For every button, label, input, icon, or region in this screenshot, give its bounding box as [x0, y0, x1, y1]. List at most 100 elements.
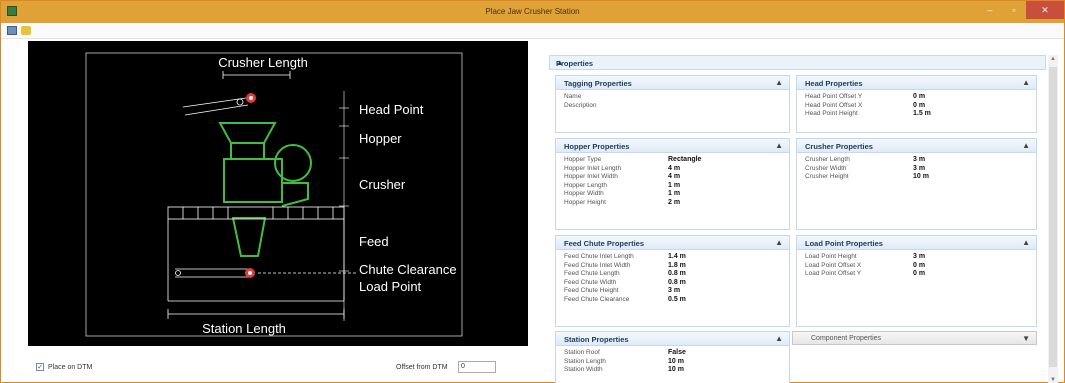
- group-load-point-header[interactable]: Load Point Properties ▲: [797, 236, 1036, 250]
- group-station: Station Properties ▲ Station Roof False S…: [555, 331, 790, 383]
- prop-row[interactable]: Hopper Inlet Length 4 m: [564, 165, 785, 174]
- group-crusher-title: Crusher Properties: [805, 142, 873, 151]
- component-properties-header[interactable]: Component Properties ▼: [792, 331, 1037, 345]
- prop-row[interactable]: Feed Chute Length 0.8 m: [564, 270, 785, 279]
- prop-row[interactable]: Description: [564, 102, 785, 111]
- group-load-point-title: Load Point Properties: [805, 239, 883, 248]
- minimize-button[interactable]: –: [978, 1, 1002, 19]
- prop-row[interactable]: Feed Chute Inlet Width 1.8 m: [564, 262, 785, 271]
- load-conveyor: [175, 268, 356, 278]
- prop-row[interactable]: Station Roof False: [564, 349, 785, 358]
- label-station-length: Station Length: [202, 321, 286, 336]
- group-crusher: Crusher Properties ▲ Crusher Length 3 m C…: [796, 138, 1037, 230]
- collapse-icon[interactable]: ▲: [775, 78, 783, 87]
- prop-row[interactable]: Crusher Height 10 m: [805, 173, 1032, 182]
- collapse-icon[interactable]: ▲: [775, 334, 783, 343]
- label-crusher: Crusher: [359, 177, 406, 192]
- station-length-dim: [167, 309, 345, 319]
- label-crusher-length: Crusher Length: [218, 55, 308, 70]
- group-tagging-title: Tagging Properties: [564, 79, 632, 88]
- load-point-rows: Load Point Height 3 m Load Point Offset X…: [805, 253, 1032, 279]
- prop-row[interactable]: Station Width 10 m: [564, 366, 785, 375]
- group-station-title: Station Properties: [564, 335, 629, 344]
- group-feed-chute: Feed Chute Properties ▲ Feed Chute Inlet…: [555, 235, 790, 327]
- label-hopper: Hopper: [359, 131, 402, 146]
- label-feed: Feed: [359, 234, 389, 249]
- collapse-icon[interactable]: ▲: [1022, 238, 1030, 247]
- collapse-icon[interactable]: ▲: [1022, 141, 1030, 150]
- prop-row[interactable]: Name: [564, 93, 785, 102]
- group-tagging: Tagging Properties ▲ Name Description: [555, 75, 790, 133]
- prop-row[interactable]: Feed Chute Height 3 m: [564, 287, 785, 296]
- label-load-point: Load Point: [359, 279, 422, 294]
- tagging-rows: Name Description: [564, 93, 785, 110]
- station-rows: Station Roof False Station Length 10 m Sta…: [564, 349, 785, 375]
- place-on-dtm-checkbox[interactable]: ✓: [36, 363, 44, 371]
- prop-row[interactable]: Hopper Type Rectangle: [564, 156, 785, 165]
- window: Place Jaw Crusher Station – ▫ ✕ Crusher …: [0, 0, 1065, 383]
- placement-options: ✓ Place on DTM Offset from DTM 0: [28, 358, 528, 378]
- group-crusher-header[interactable]: Crusher Properties ▲: [797, 139, 1036, 153]
- head-conveyor: [182, 97, 249, 116]
- feed-grate: [167, 206, 345, 302]
- group-head-title: Head Properties: [805, 79, 863, 88]
- prop-row[interactable]: Crusher Length 3 m: [805, 156, 1032, 165]
- head-rows: Head Point Offset Y0 m Head Point Offset…: [805, 93, 1032, 119]
- label-chute-clearance: Chute Clearance: [359, 262, 457, 277]
- group-load-point: Load Point Properties ▲ Load Point Heigh…: [796, 235, 1037, 327]
- prop-row[interactable]: Feed Chute Width 0.8 m: [564, 279, 785, 288]
- group-feed-chute-title: Feed Chute Properties: [564, 239, 645, 248]
- vertical-scrollbar[interactable]: ▲ ▼: [1048, 55, 1058, 383]
- feed-chute-rows: Feed Chute Inlet Length 1.4 m Feed Chute …: [564, 253, 785, 304]
- title-bar: Place Jaw Crusher Station – ▫ ✕: [1, 1, 1064, 23]
- prop-row[interactable]: Station Length 10 m: [564, 358, 785, 367]
- prop-row[interactable]: Hopper Length 1 m: [564, 182, 785, 191]
- scroll-thumb[interactable]: [1049, 67, 1057, 367]
- window-title: Place Jaw Crusher Station: [485, 7, 580, 16]
- component-properties-title: Component Properties: [811, 335, 882, 342]
- prop-row[interactable]: Load Point Offset X0 m: [805, 262, 1032, 271]
- toolbar: [1, 23, 1064, 39]
- group-feed-chute-header[interactable]: Feed Chute Properties ▲: [556, 236, 789, 250]
- collapse-icon[interactable]: ▲: [556, 58, 1039, 67]
- close-button[interactable]: ✕: [1026, 1, 1064, 19]
- prop-row[interactable]: Hopper Width 1 m: [564, 190, 785, 199]
- group-head: Head Properties ▲ Head Point Offset Y0 m…: [796, 75, 1037, 133]
- label-head-point: Head Point: [359, 102, 424, 117]
- properties-panel: Properties ▲ Tagging Properties ▲ Name D…: [549, 55, 1046, 383]
- station-diagram: Crusher Length Head Point Hopper Crusher…: [28, 41, 528, 346]
- collapse-icon[interactable]: ▲: [775, 238, 783, 247]
- group-hopper-header[interactable]: Hopper Properties ▲: [556, 139, 789, 153]
- prop-row[interactable]: Hopper Height 2 m: [564, 199, 785, 208]
- prop-row[interactable]: Hopper Inlet Width 4 m: [564, 173, 785, 182]
- crusher-outline: [218, 122, 312, 257]
- group-tagging-header[interactable]: Tagging Properties ▲: [556, 76, 789, 90]
- prop-row[interactable]: Load Point Height 3 m: [805, 253, 1032, 262]
- prop-row[interactable]: Head Point Offset Y0 m: [805, 93, 1032, 102]
- pick-tool-icon[interactable]: [21, 26, 31, 35]
- scroll-down-icon[interactable]: ▼: [1050, 377, 1056, 383]
- prop-row[interactable]: Head Point Height 1.5 m: [805, 110, 1032, 119]
- crusher-length-dim: [222, 71, 291, 79]
- prop-row[interactable]: Feed Chute Clearance 0.5 m: [564, 296, 785, 305]
- prop-row[interactable]: Crusher Width 3 m: [805, 165, 1032, 174]
- expand-icon[interactable]: ▼: [1022, 334, 1030, 343]
- crusher-rows: Crusher Length 3 m Crusher Width 3 m Crush…: [805, 156, 1032, 182]
- hopper-rows: Hopper Type Rectangle Hopper Inlet Length…: [564, 156, 785, 207]
- collapse-icon[interactable]: ▲: [1022, 78, 1030, 87]
- maximize-button[interactable]: ▫: [1002, 1, 1026, 19]
- group-head-header[interactable]: Head Properties ▲: [797, 76, 1036, 90]
- select-tool-icon[interactable]: [7, 26, 17, 35]
- prop-row[interactable]: Feed Chute Inlet Length 1.4 m: [564, 253, 785, 262]
- prop-row[interactable]: Head Point Offset X0 m: [805, 102, 1032, 111]
- offset-input[interactable]: 0: [458, 361, 496, 373]
- group-hopper-title: Hopper Properties: [564, 142, 630, 151]
- collapse-icon[interactable]: ▲: [775, 141, 783, 150]
- group-hopper: Hopper Properties ▲ Hopper Type Rectangle…: [555, 138, 790, 230]
- prop-row[interactable]: Load Point Offset Y0 m: [805, 270, 1032, 279]
- properties-header[interactable]: Properties ▲: [549, 55, 1046, 70]
- place-on-dtm-label: Place on DTM: [48, 364, 93, 371]
- offset-label: Offset from DTM: [396, 364, 448, 371]
- scroll-up-icon[interactable]: ▲: [1050, 56, 1056, 62]
- group-station-header[interactable]: Station Properties ▲: [556, 332, 789, 346]
